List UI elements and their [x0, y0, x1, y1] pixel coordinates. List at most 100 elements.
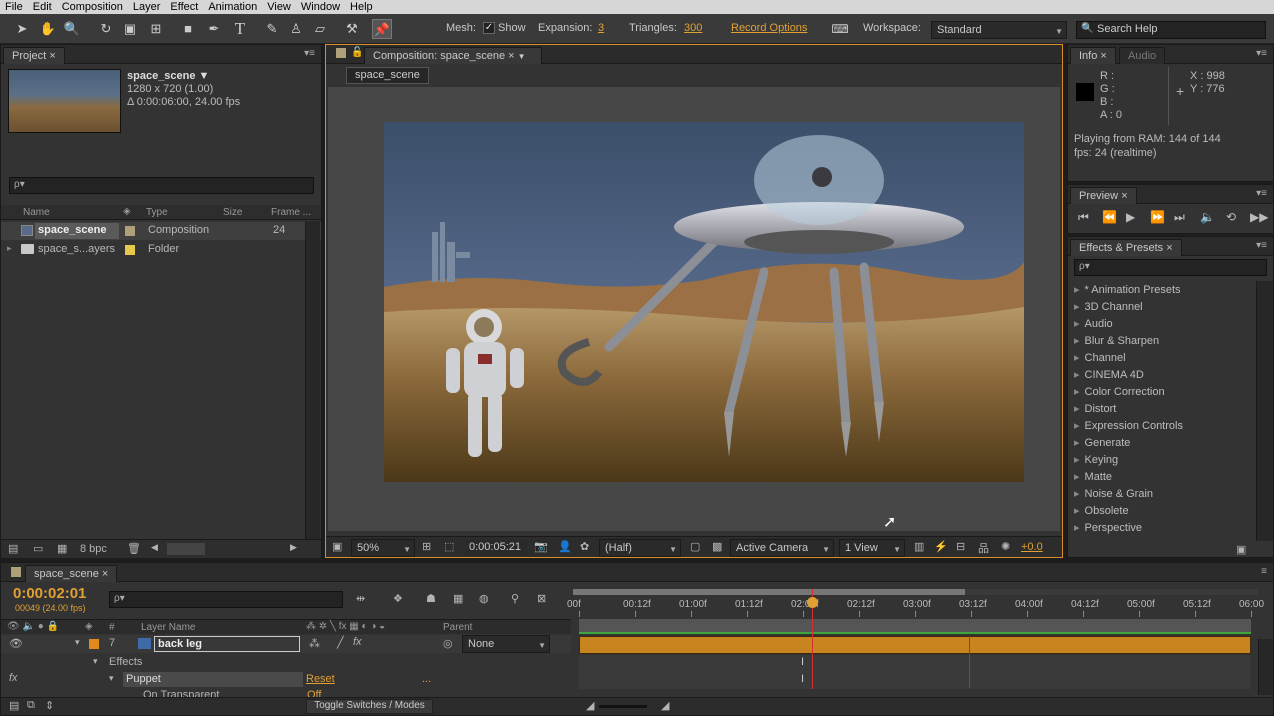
in-out-icon[interactable]: ⇕ — [45, 699, 54, 712]
effect-category-item[interactable]: Blur & Sharpen — [1074, 334, 1160, 347]
close-icon[interactable]: × — [1121, 190, 1127, 202]
effect-category-item[interactable]: 3D Channel — [1074, 300, 1143, 313]
audio-icon[interactable]: 🔈 — [1200, 210, 1215, 224]
col-size[interactable]: Size — [223, 207, 242, 218]
label-tag-icon[interactable]: ◈ — [123, 206, 131, 217]
show-mesh-checkbox[interactable]: ✓ — [483, 22, 495, 34]
interpret-footage-icon[interactable]: ▤ — [8, 542, 18, 555]
close-icon[interactable]: × — [102, 568, 108, 580]
timeline-track-area[interactable]: 00f 00:12f 01:00f 01:12f 02:00f 02:12f 03:00f 0… — [567, 585, 1264, 695]
rotation-tool-icon[interactable]: ↻ — [96, 19, 116, 39]
menu-window[interactable]: Window — [296, 1, 345, 13]
project-item-row[interactable]: space_scene Composition 24 — [1, 222, 321, 240]
expand-triangle-icon[interactable]: ▾ — [109, 673, 114, 684]
label-color-swatch[interactable] — [125, 226, 135, 236]
last-frame-icon[interactable]: ⏭ — [1174, 210, 1185, 225]
next-frame-icon[interactable]: ⏩ — [1150, 210, 1165, 224]
menu-animation[interactable]: Animation — [203, 1, 262, 13]
resolution-dropdown[interactable]: (Half) — [599, 539, 681, 557]
record-options-link[interactable]: Record Options — [731, 22, 807, 34]
effect-switch-icon[interactable]: fx — [353, 636, 362, 648]
horizontal-scroll-thumb[interactable] — [167, 543, 205, 555]
menu-file[interactable]: File — [0, 1, 28, 13]
eye-icon[interactable]: 👁 — [9, 637, 23, 650]
timeline-search-input[interactable]: ρ▾ — [109, 591, 343, 608]
search-help-input[interactable]: 🔍 Search Help — [1076, 21, 1266, 39]
zoom-in-icon[interactable]: ◢ — [661, 699, 669, 712]
panel-menu-icon[interactable]: ≡ — [1261, 566, 1267, 577]
expand-triangle-icon[interactable]: ▾ — [75, 637, 80, 648]
pan-behind-tool-icon[interactable]: ⊞ — [146, 19, 166, 39]
show-snapshot-icon[interactable]: 👤 — [558, 540, 572, 553]
camera-tool-icon[interactable]: ▣ — [120, 19, 140, 39]
col-number[interactable]: # — [109, 622, 115, 633]
tab-timeline[interactable]: space_scene × — [25, 565, 118, 582]
effect-category-item[interactable]: CINEMA 4D — [1074, 368, 1144, 381]
workspace-dropdown[interactable]: Standard — [931, 21, 1067, 39]
effect-category-item[interactable]: Matte — [1074, 470, 1113, 483]
rectangle-tool-icon[interactable]: ■ — [178, 19, 198, 39]
keyframe-marker-icon[interactable]: I — [801, 673, 804, 685]
bpc-label[interactable]: 8 bpc — [80, 543, 107, 555]
graph-editor-icon[interactable]: ⚲ — [511, 592, 519, 605]
puppet-row[interactable]: fx ▾ Puppet Reset ... — [1, 671, 571, 688]
frame-blending-icon[interactable]: ▦ — [453, 592, 463, 605]
col-layer-name[interactable]: Layer Name — [141, 622, 195, 633]
type-tool-icon[interactable]: T — [230, 19, 250, 39]
reset-link[interactable]: Reset — [306, 673, 335, 685]
zoom-dropdown[interactable]: 50% — [351, 539, 415, 557]
shy-layers-icon[interactable]: ☗ — [426, 592, 436, 605]
selection-tool-icon[interactable]: ➤ — [12, 19, 32, 39]
camera-dropdown[interactable]: Active Camera — [730, 539, 834, 557]
draft-3d-icon[interactable]: ❖ — [393, 592, 403, 605]
flowchart-icon[interactable]: 品 — [978, 540, 989, 556]
new-composition-icon[interactable]: ▦ — [57, 542, 67, 555]
comp-navigator-tab[interactable]: space_scene — [346, 67, 429, 84]
magnify-icon[interactable]: ▣ — [332, 540, 342, 553]
layer-switches-icon[interactable]: ▤ — [9, 699, 19, 712]
quality-switch-icon[interactable]: ╱ — [337, 636, 344, 649]
panel-menu-icon[interactable]: ▾≡ — [1256, 188, 1267, 199]
trash-icon[interactable]: 🗑 — [127, 542, 141, 555]
puppet-effect-label[interactable]: Puppet — [123, 672, 303, 687]
puppet-pin-tool-icon[interactable]: 📌 — [372, 19, 392, 39]
mask-visibility-icon[interactable]: ⬚ — [444, 540, 454, 553]
roto-brush-tool-icon[interactable]: ⚒ — [342, 19, 362, 39]
effect-category-item[interactable]: Generate — [1074, 436, 1131, 449]
effects-row[interactable]: ▾ Effects — [1, 654, 571, 671]
brush-tool-icon[interactable]: ✎ — [262, 19, 282, 39]
tab-project[interactable]: Project × — [3, 47, 65, 64]
zoom-out-icon[interactable]: ◢ — [586, 699, 594, 712]
tab-composition[interactable]: Composition: space_scene × ▼ — [364, 47, 542, 64]
effect-category-item[interactable]: Channel — [1074, 351, 1126, 364]
panel-menu-icon[interactable]: ▾≡ — [304, 48, 315, 59]
col-parent[interactable]: Parent — [443, 622, 472, 633]
effect-category-item[interactable]: Expression Controls — [1074, 419, 1183, 432]
reset-exposure-icon[interactable]: ✺ — [1001, 540, 1010, 553]
col-type[interactable]: Type — [146, 207, 168, 218]
menu-layer[interactable]: Layer — [128, 1, 166, 13]
fast-previews-icon[interactable]: ⚡ — [934, 540, 948, 553]
tab-info[interactable]: Info × — [1070, 47, 1116, 64]
close-icon[interactable]: × — [508, 50, 514, 62]
chevron-down-icon[interactable]: ▼ — [518, 52, 526, 61]
close-icon[interactable]: × — [1166, 242, 1172, 254]
effect-category-item[interactable]: Perspective — [1074, 521, 1142, 534]
fx-icon[interactable]: fx — [9, 672, 18, 684]
menu-edit[interactable]: Edit — [28, 1, 57, 13]
grid-guide-icon[interactable]: ⊞ — [422, 540, 431, 553]
scroll-left-icon[interactable]: ◀ — [151, 542, 158, 553]
zoom-tool-icon[interactable]: 🔍 — [62, 19, 82, 39]
clone-stamp-tool-icon[interactable]: ♙ — [286, 19, 306, 39]
panel-menu-icon[interactable]: ▾≡ — [1256, 48, 1267, 59]
effect-category-item[interactable]: Color Correction — [1074, 385, 1165, 398]
layer-row[interactable]: 👁 ▾ 7 back leg ⁂ ╱ fx ◎ None — [1, 635, 571, 653]
pixel-aspect-icon[interactable]: ▥ — [914, 540, 924, 553]
lock-icon[interactable]: 🔓 — [351, 47, 363, 58]
new-bin-icon[interactable]: ▣ — [1236, 543, 1246, 556]
current-time-display[interactable]: 0:00:05:21 — [466, 540, 526, 556]
toggle-switches-modes-button[interactable]: Toggle Switches / Modes — [306, 699, 433, 714]
snapshot-icon[interactable]: 📷 — [534, 540, 548, 553]
parent-dropdown[interactable]: None — [462, 635, 550, 653]
transparency-grid-icon[interactable]: ▩ — [712, 540, 722, 553]
